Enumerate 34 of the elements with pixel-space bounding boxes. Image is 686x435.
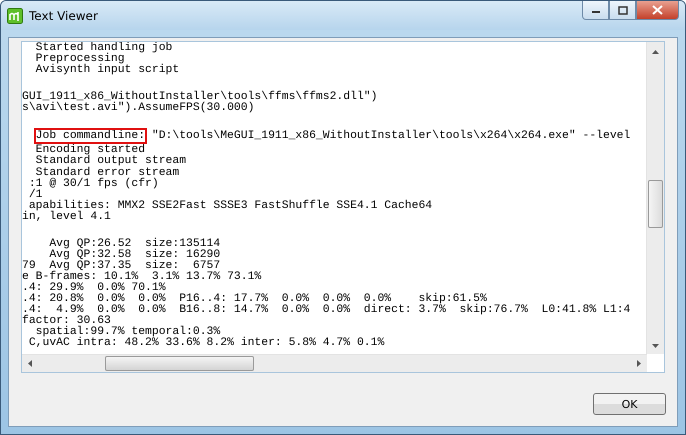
vertical-scrollbar[interactable]: [646, 42, 664, 354]
close-button[interactable]: [636, 1, 679, 20]
close-icon: [652, 5, 663, 15]
app-icon: [7, 8, 23, 24]
log-line: "D:\tools\MeGUI_1911_x86_WithoutInstaller\tools\x264\x264.exe" --level: [150, 130, 630, 142]
scroll-left-icon[interactable]: [28, 360, 32, 367]
window-title: Text Viewer: [29, 8, 98, 22]
log-line: Avisynth input script: [34, 64, 180, 76]
log-line: Avg QP:26.52 size:135114: [48, 238, 220, 250]
scrollbar-thumb[interactable]: [105, 356, 254, 371]
log-line: .4: 29.9% 0.0% 70.1%: [22, 282, 166, 294]
log-line: :1 @ 30/1 fps (cfr): [28, 178, 159, 190]
scroll-down-icon[interactable]: [652, 344, 659, 348]
log-line: Avg QP:32.58 size: 16290: [48, 248, 220, 261]
maximize-button[interactable]: [609, 1, 636, 20]
scroll-up-icon[interactable]: [652, 50, 659, 54]
log-line: s\avi\test.avi").AssumeFPS(30.000): [22, 102, 254, 114]
ok-button[interactable]: OK: [593, 393, 666, 415]
log-line: C,uvAC intra: 48.2% 33.6% 8.2% inter: 5.8% 4.7% 0.1%: [28, 337, 384, 350]
log-line: e B-frames: 10.1% 3.1% 13.7% 73.1%: [22, 271, 262, 283]
log-text-area[interactable]: [21, 41, 665, 373]
log-line: in, level 4.1: [22, 210, 111, 223]
horizontal-scrollbar[interactable]: [22, 354, 647, 372]
log-line: 79 Avg QP:37.35 size: 6757: [22, 260, 220, 272]
log-line: /1: [28, 188, 43, 201]
log-line: apabilities: MMX2 SSE2Fast SSSE3 FastShuffle SSE4.1 Cache64: [28, 200, 432, 212]
maximize-icon: [618, 6, 628, 14]
log-line: Standard output stream: [34, 155, 186, 168]
log-line: Standard error stream: [34, 166, 180, 178]
highlighted-label: Job commandline:: [36, 130, 146, 142]
scrollbar-thumb[interactable]: [648, 180, 663, 228]
log-line: Started handling job: [34, 42, 172, 54]
scroll-right-icon[interactable]: [637, 360, 641, 367]
minimize-button[interactable]: [582, 1, 609, 20]
